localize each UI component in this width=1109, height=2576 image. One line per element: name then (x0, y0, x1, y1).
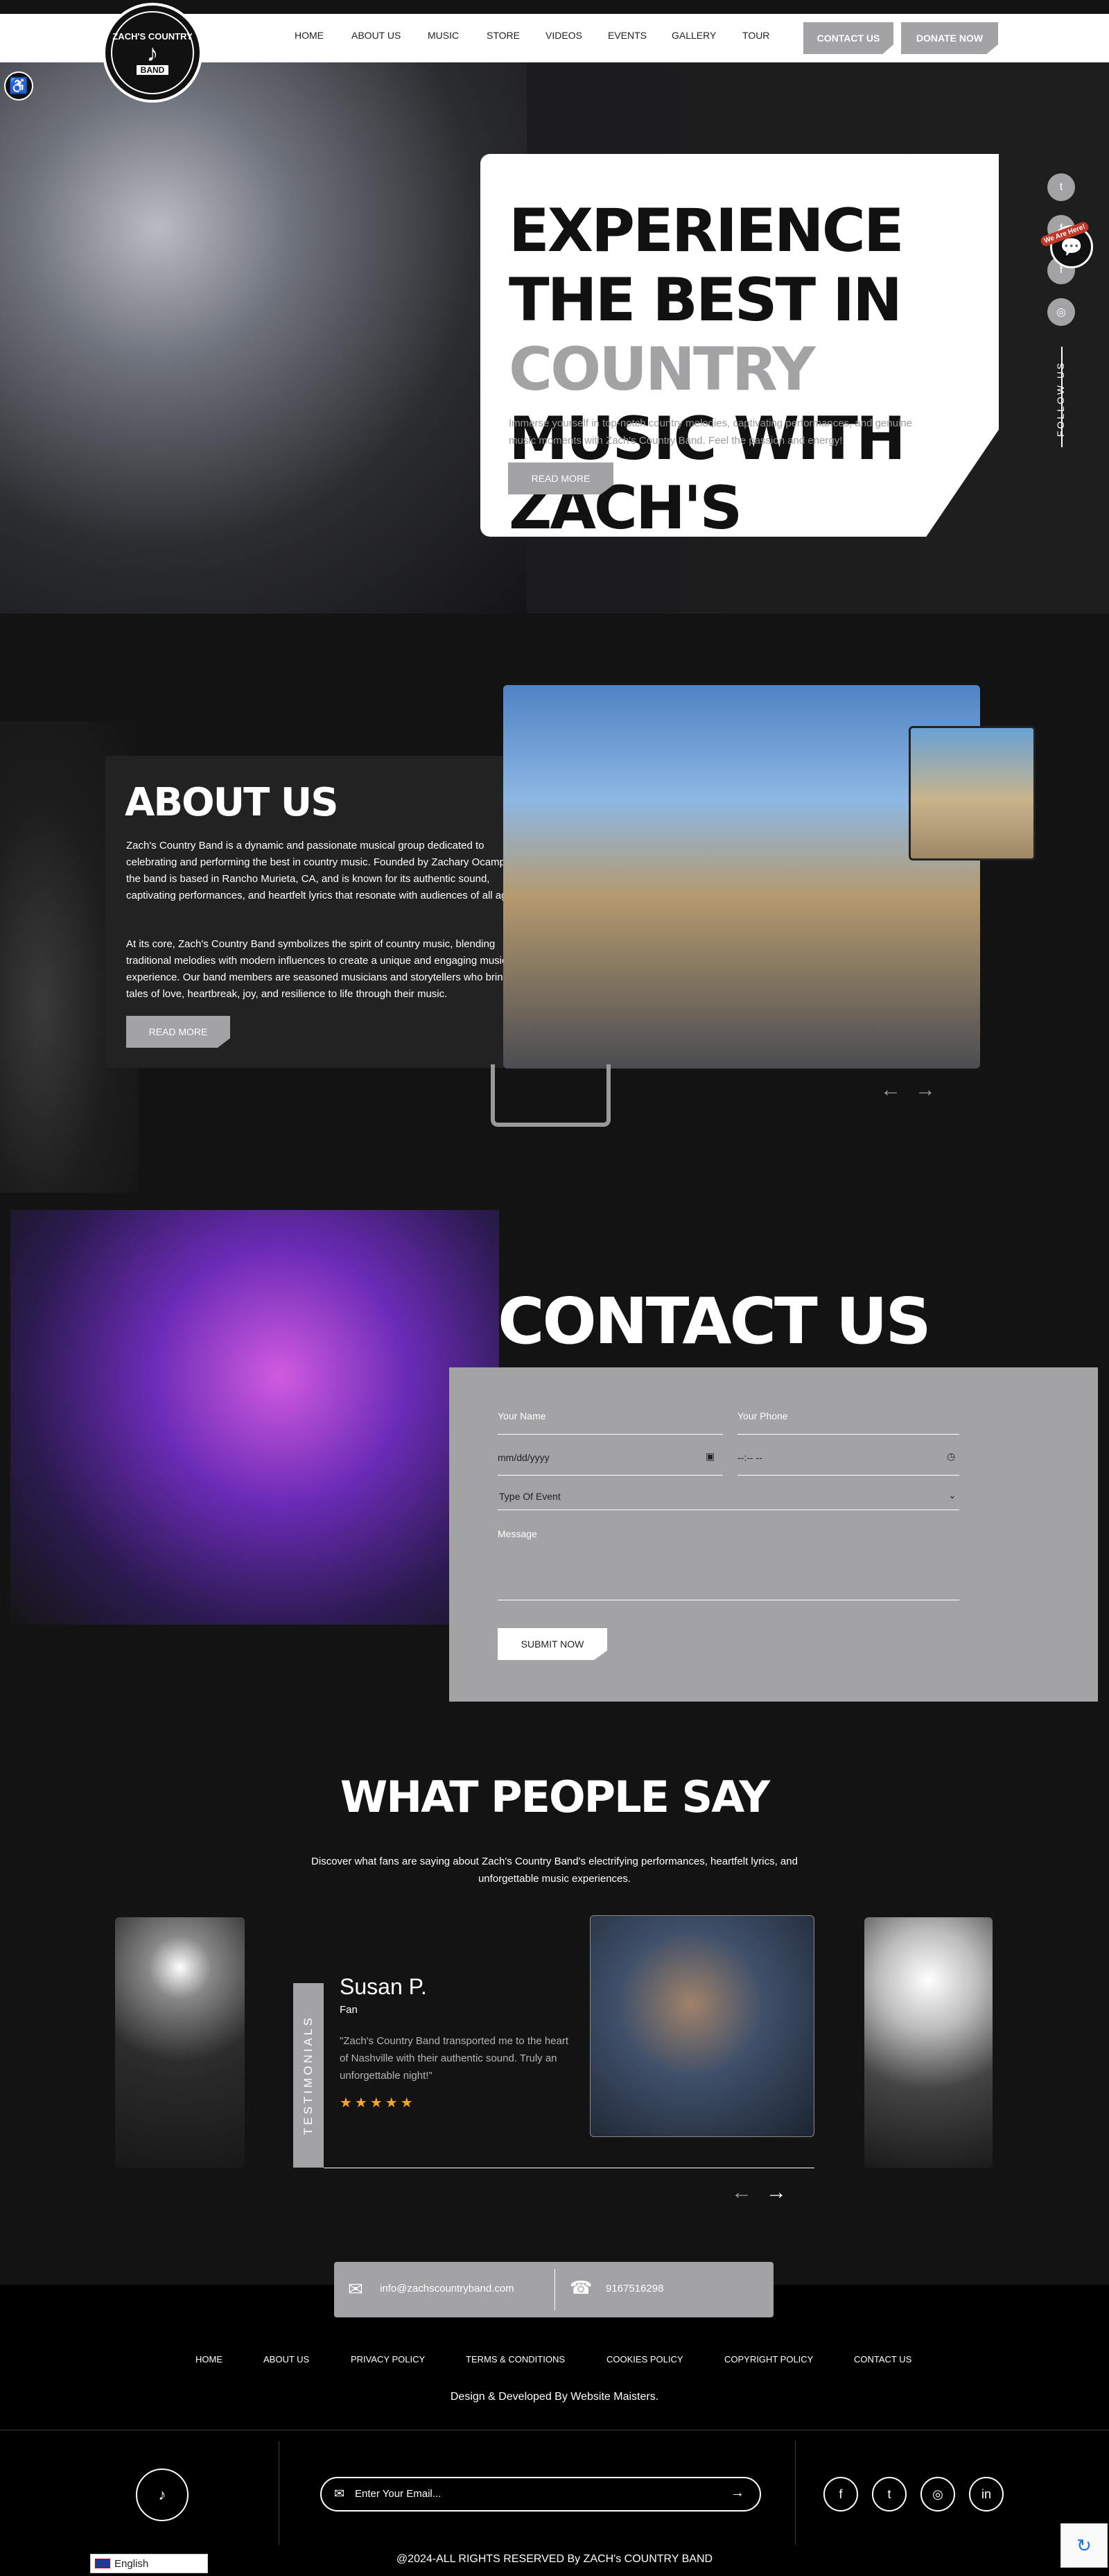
about-thumbnail-photo[interactable] (909, 726, 1036, 861)
hero-title-accent: COUNTRY (509, 335, 815, 404)
testimonial-photo-left[interactable] (115, 1917, 245, 2168)
testimonial-name: Susan P. (340, 1974, 427, 1999)
nav-events[interactable]: EVENTS (608, 30, 647, 41)
chevron-down-icon[interactable]: ⌄ (948, 1489, 957, 1501)
follow-us-label: FOLLOW US (1055, 361, 1066, 437)
footer-link-privacy[interactable]: PRIVACY POLICY (351, 2354, 425, 2365)
name-field[interactable]: Your Name (498, 1410, 546, 1421)
testimonial-photo-center (590, 1915, 814, 2137)
name-field-underline (498, 1434, 723, 1435)
hero-read-more-button[interactable]: READ MORE (508, 463, 613, 494)
footer-email[interactable]: info@zachscountryband.com (380, 2283, 514, 2294)
rating-stars: ★★★★★ (340, 2095, 416, 2111)
footer (0, 2285, 1109, 2576)
about-paragraph-1: Zach's Country Band is a dynamic and pas… (126, 840, 521, 901)
nav-store[interactable]: STORE (487, 30, 520, 41)
nav-music[interactable]: MUSIC (428, 30, 459, 41)
testimonial-prev-icon[interactable]: ← (731, 2181, 752, 2204)
instagram-footer-icon[interactable]: ◎ (920, 2477, 955, 2512)
testimonials-description: Discover what fans are saying about Zach… (311, 1856, 798, 1885)
testimonials-side-label: TESTIMONIALS (293, 1983, 324, 2168)
instagram-icon[interactable]: ◎ (1047, 298, 1075, 326)
envelope-icon: ✉ (334, 2487, 345, 2500)
nav-tour[interactable]: TOUR (742, 30, 769, 41)
message-field[interactable]: Message (498, 1528, 537, 1539)
nav-about[interactable]: ABOUT US (351, 30, 401, 41)
arrow-left-icon[interactable]: ← (880, 1078, 901, 1102)
recaptcha-icon[interactable]: ↻ (1060, 2523, 1108, 2568)
logo-ring: ZACH'S COUNTRY ♪ BAND (111, 11, 194, 94)
send-icon[interactable]: → (731, 2485, 744, 2501)
nav-videos[interactable]: VIDEOS (545, 30, 582, 41)
testimonial-photo-right[interactable] (864, 1917, 993, 2168)
footer-link-cookies[interactable]: COOKIES POLICY (606, 2354, 683, 2365)
date-field[interactable]: mm/dd/yyyy (498, 1452, 550, 1463)
testimonials-title: WHAT PEOPLE SAY (340, 1772, 770, 1822)
testimonial-role: Fan (340, 2004, 358, 2016)
time-field-underline (737, 1475, 959, 1476)
band-logo[interactable]: ZACH'S COUNTRY ♪ BAND (103, 3, 202, 103)
phone-field[interactable]: Your Phone (737, 1410, 788, 1421)
newsletter-input[interactable]: Enter Your Email... (355, 2488, 441, 2500)
newsletter-form: ✉ Enter Your Email... → (320, 2477, 761, 2512)
hero-title-line1: EXPERIENCE THE BEST IN (509, 196, 905, 335)
twitter-footer-icon[interactable]: t (872, 2477, 907, 2512)
footer-link-about[interactable]: ABOUT US (263, 2354, 309, 2365)
footer-link-contact[interactable]: CONTACT US (854, 2354, 911, 2365)
linkedin-icon[interactable]: in (969, 2477, 1004, 2512)
footer-link-terms[interactable]: TERMS & CONDITIONS (466, 2354, 565, 2365)
calendar-icon[interactable]: ▣ (706, 1451, 715, 1462)
arrow-right-icon[interactable]: → (915, 1078, 936, 1102)
twitter-icon[interactable]: t (1047, 173, 1075, 201)
footer-nav: HOME ABOUT US PRIVACY POLICY TERMS & CON… (0, 2354, 1109, 2368)
footer-phone[interactable]: 9167516298 (606, 2283, 663, 2294)
donate-now-button[interactable]: DONATE NOW (901, 22, 998, 54)
logo-text-bottom: BAND (136, 64, 169, 75)
nav-home[interactable]: HOME (295, 30, 324, 41)
testimonial-quote: "Zach's Country Band transported me to t… (340, 2035, 569, 2082)
flag-icon (95, 2559, 110, 2568)
headset-icon: ☎ (570, 2277, 593, 2298)
clock-icon[interactable]: ◷ (947, 1451, 955, 1462)
footer-vdivider-2 (795, 2441, 796, 2545)
submit-button[interactable]: SUBMIT NOW (498, 1628, 607, 1660)
footer-logo[interactable]: ♪ (136, 2469, 189, 2521)
footer-contact-bar: ✉ info@zachscountryband.com ☎ 9167516298 (334, 2262, 774, 2317)
contact-divider (554, 2269, 555, 2310)
about-title: ABOUT US (125, 780, 339, 825)
hero-drummer-photo (0, 62, 527, 614)
about-paragraph-2: At its core, Zach's Country Band symboli… (126, 938, 516, 1000)
footer-link-home[interactable]: HOME (195, 2354, 222, 2365)
language-select[interactable]: English (90, 2554, 208, 2573)
contact-concert-photo (10, 1210, 499, 1625)
guitar-icon: ♪ (146, 40, 159, 67)
hero-description: Immerse yourself in top-notch country me… (509, 417, 912, 447)
date-field-underline (498, 1475, 723, 1476)
footer-credit[interactable]: Design & Developed By Website Maisters. (0, 2391, 1109, 2403)
about-decor-frame (491, 1064, 611, 1127)
accessibility-icon[interactable]: ♿ (4, 71, 33, 101)
contact-title: CONTACT US (498, 1284, 932, 1358)
phone-field-underline (737, 1434, 959, 1435)
nav-gallery[interactable]: GALLERY (672, 30, 716, 41)
language-label: English (114, 2557, 149, 2570)
footer-link-copyright[interactable]: COPYRIGHT POLICY (724, 2354, 813, 2365)
about-read-more-button[interactable]: READ MORE (126, 1016, 230, 1048)
event-type-select[interactable]: Type Of Event (499, 1491, 561, 1502)
contact-us-button[interactable]: CONTACT US (803, 22, 893, 54)
testimonial-next-icon[interactable]: → (766, 2181, 787, 2204)
time-field[interactable]: --:-- -- (737, 1452, 762, 1463)
facebook-footer-icon[interactable]: f (823, 2477, 858, 2512)
mail-icon: ✉ (348, 2279, 363, 2299)
